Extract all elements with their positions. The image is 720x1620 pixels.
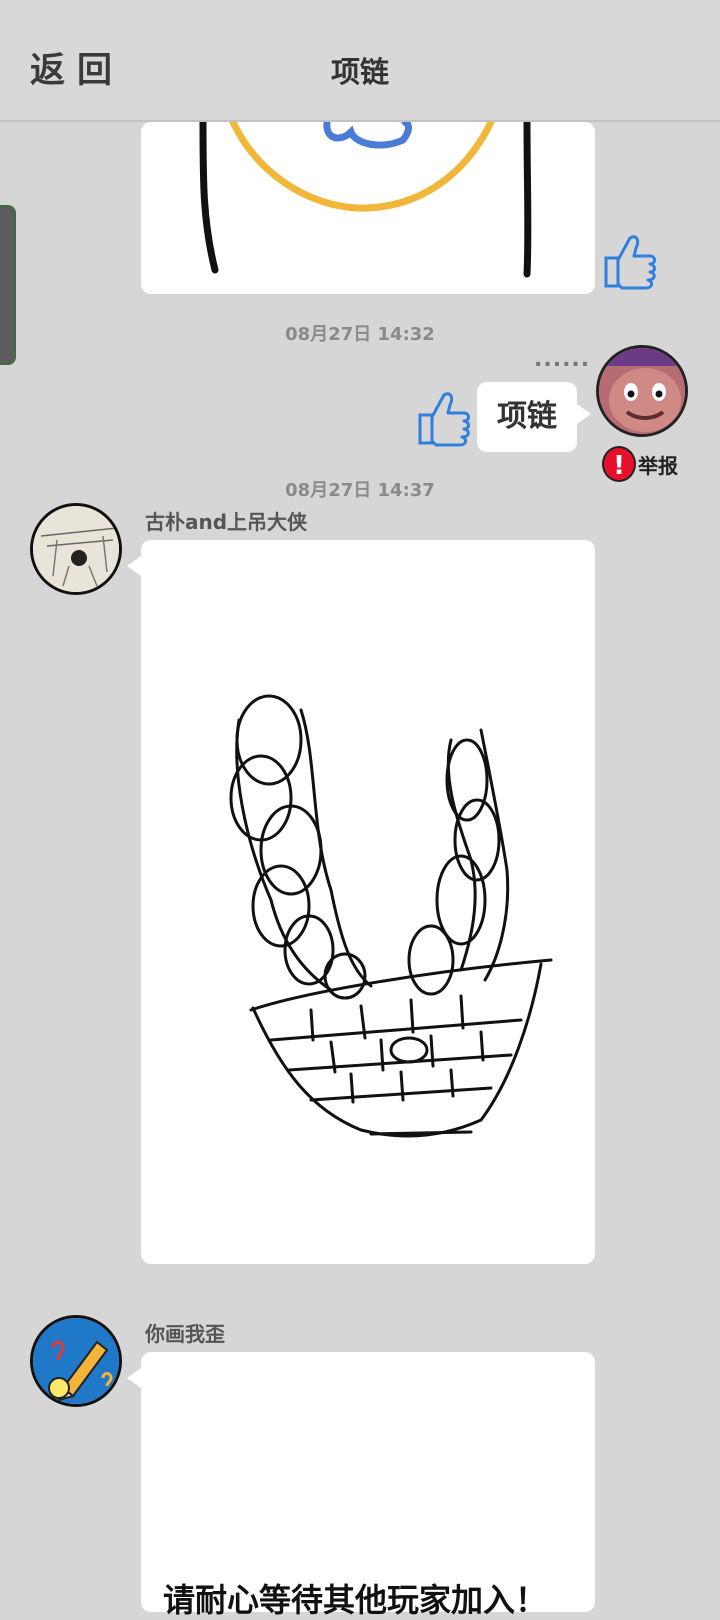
timestamp: 08月27日 14:37	[285, 480, 435, 501]
drawing-card-previous[interactable]	[141, 122, 595, 294]
guess-text: 项链	[497, 399, 557, 434]
drawing-necklace	[229, 694, 553, 1138]
avatar-face	[599, 348, 685, 434]
thumbs-up-icon[interactable]	[602, 232, 658, 292]
top-bar: 返回 项链	[0, 0, 720, 122]
avatar-sketch	[33, 506, 119, 592]
avatar-pencil	[33, 1318, 119, 1404]
player-name: 你画我歪	[145, 1322, 225, 1346]
drawing-previous	[199, 122, 532, 278]
thumbs-up-icon[interactable]	[416, 389, 472, 449]
waiting-text: 请耐心等待其他玩家加入！	[163, 1581, 548, 1619]
avatar[interactable]	[30, 503, 122, 595]
player-name: 古朴and上吊大侠	[145, 510, 308, 534]
avatar[interactable]	[596, 345, 688, 437]
timestamp: 08月27日 14:32	[285, 324, 435, 345]
drawing-card[interactable]	[127, 540, 595, 1264]
more-options-dots[interactable]: ......	[534, 349, 590, 371]
report-label: 举报	[638, 454, 678, 478]
guess-bubble: 项链	[477, 382, 591, 452]
system-message-card: 请耐心等待其他玩家加入！	[127, 1352, 595, 1619]
avatar[interactable]	[30, 1315, 122, 1407]
page-title: 项链	[330, 55, 389, 89]
